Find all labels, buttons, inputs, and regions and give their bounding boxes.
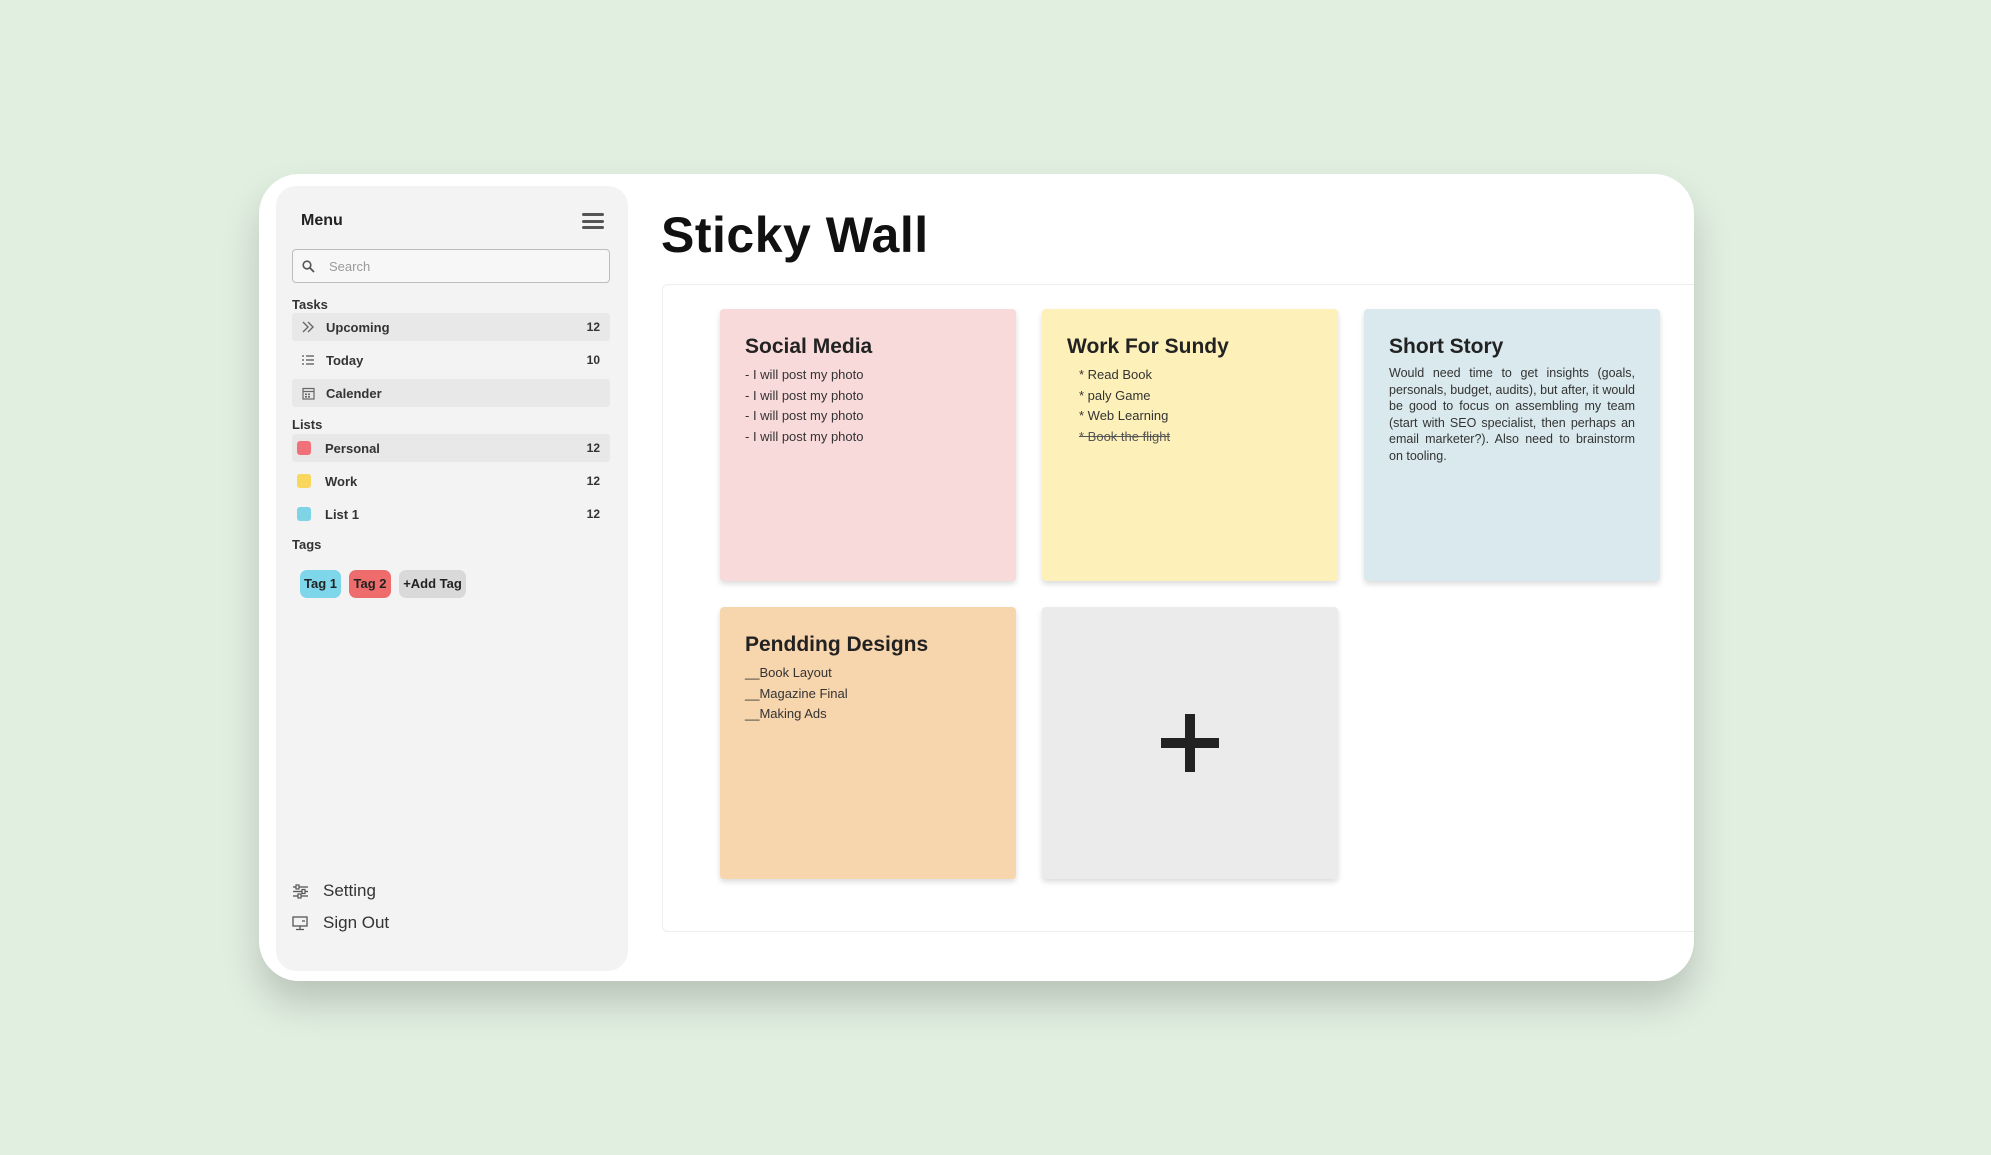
sticky-note-short-story[interactable]: Short Story Would need time to get insig… (1364, 309, 1660, 581)
page-title: Sticky Wall (661, 207, 929, 263)
note-line: * paly Game (1079, 387, 1151, 403)
item-count: 12 (586, 474, 600, 488)
sidebar-item-label: List 1 (325, 506, 359, 522)
note-line: - I will post my photo (745, 367, 864, 382)
settings-button[interactable]: Setting (292, 881, 376, 901)
note-title: Pendding Designs (745, 633, 929, 656)
double-chevron-right-icon (298, 321, 318, 333)
note-line: __Magazine Final (745, 685, 848, 701)
list-color-swatch (297, 507, 311, 521)
search-input[interactable] (327, 257, 591, 275)
sidebar-item-label: Calender (326, 385, 382, 401)
settings-label: Setting (323, 881, 376, 900)
plus-icon (1161, 714, 1219, 772)
sidebar-item-personal[interactable]: Personal 12 (292, 434, 610, 462)
sidebar-item-list-1[interactable]: List 1 12 (292, 500, 610, 528)
note-line: - I will post my photo (745, 408, 864, 423)
menu-title: Menu (301, 212, 343, 229)
lists-section-title: Lists (292, 417, 323, 432)
sticky-note-social-media[interactable]: Social Media - I will post my photo - I … (720, 309, 1016, 581)
sidebar-item-upcoming[interactable]: Upcoming 12 (292, 313, 610, 341)
note-line: * Web Learning (1079, 408, 1169, 423)
note-body: Would need time to get insights (goals, … (1389, 366, 1635, 463)
add-note-button[interactable] (1042, 607, 1338, 879)
item-count: 12 (586, 507, 600, 521)
note-title: Short Story (1389, 335, 1504, 358)
tags-section-title: Tags (292, 537, 322, 552)
hamburger-menu-icon[interactable] (582, 213, 604, 229)
add-tag-button[interactable]: +Add Tag (399, 570, 466, 598)
sticky-note-pendding-designs[interactable]: Pendding Designs __Book Layout __Magazin… (720, 607, 1016, 879)
sign-out-button[interactable]: Sign Out (292, 913, 389, 933)
app-window: Menu Tasks Upcoming 12 (259, 174, 1694, 981)
note-line: * Read Book (1079, 367, 1152, 382)
note-line: __Making Ads (745, 706, 827, 721)
list-color-swatch (297, 474, 311, 488)
note-line-completed: * Book the flight (1079, 428, 1171, 444)
sidebar-item-label: Today (326, 352, 364, 368)
sliders-icon (293, 883, 308, 899)
sidebar-item-today[interactable]: Today 10 (292, 346, 610, 374)
item-count: 12 (586, 320, 600, 334)
sidebar-item-label: Personal (325, 440, 380, 456)
sidebar-item-label: Upcoming (326, 319, 390, 335)
search-box[interactable] (292, 249, 610, 283)
sidebar-item-work[interactable]: Work 12 (292, 467, 610, 495)
note-title: Work For Sundy (1067, 335, 1229, 358)
sign-out-icon (292, 915, 308, 930)
tasks-section-title: Tasks (292, 297, 328, 312)
note-line: - I will post my photo (745, 428, 864, 444)
tag-2[interactable]: Tag 2 (349, 570, 391, 598)
list-color-swatch (297, 441, 311, 455)
search-icon (302, 259, 315, 273)
calendar-icon (298, 387, 318, 400)
sidebar-item-calendar[interactable]: Calender (292, 379, 610, 407)
sign-out-label: Sign Out (323, 913, 390, 932)
sidebar-item-label: Work (325, 473, 358, 489)
note-line: - I will post my photo (745, 387, 864, 403)
note-line: __Book Layout (745, 665, 832, 680)
item-count: 12 (586, 441, 600, 455)
note-title: Social Media (745, 335, 873, 358)
checklist-icon (298, 354, 318, 366)
item-count: 10 (586, 353, 600, 367)
sticky-note-work-for-sundy[interactable]: Work For Sundy * Read Book * paly Game *… (1042, 309, 1338, 581)
tag-1[interactable]: Tag 1 (300, 570, 341, 598)
sidebar: Menu Tasks Upcoming 12 (276, 186, 628, 971)
